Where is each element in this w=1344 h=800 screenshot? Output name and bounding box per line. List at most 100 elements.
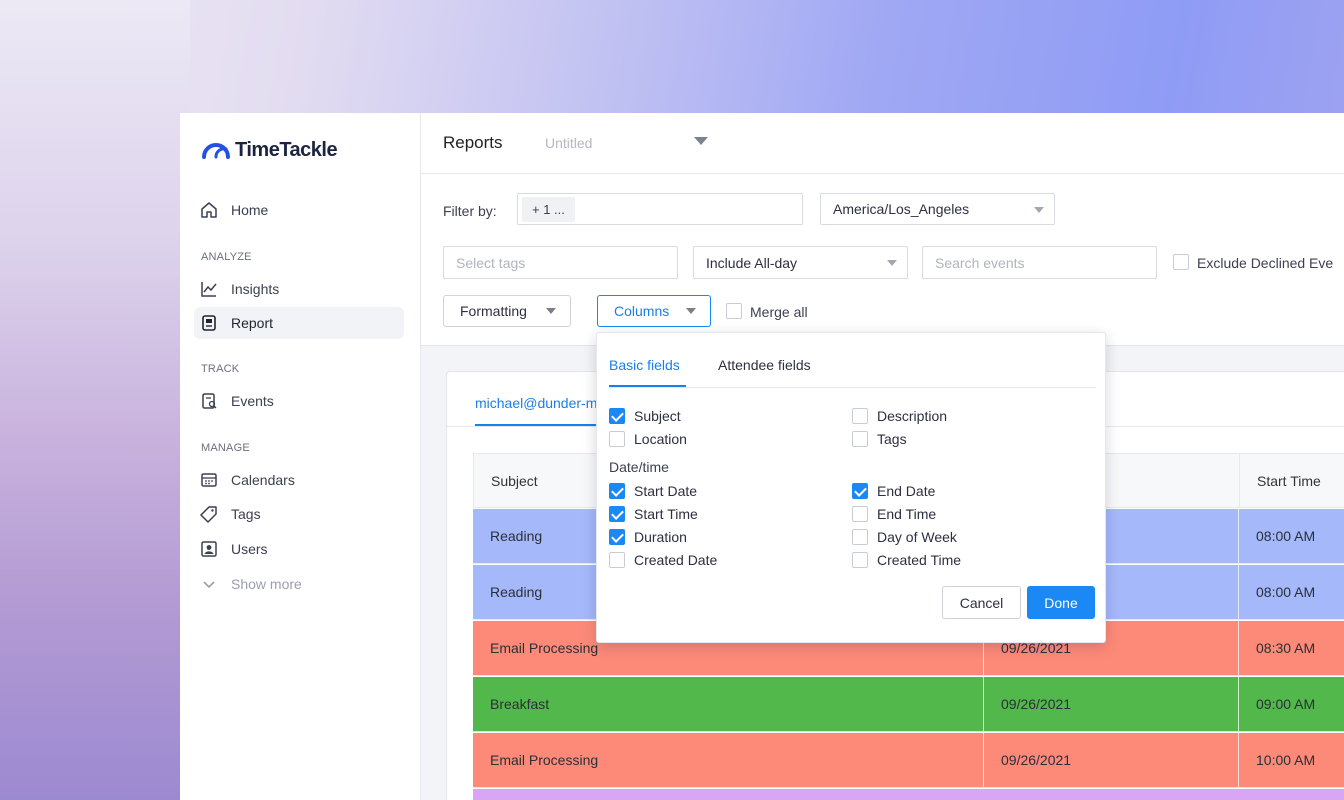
filter-by-field[interactable]: + 1 ... [517, 193, 803, 225]
option-label: Start Date [634, 483, 698, 499]
option-description[interactable]: Description [852, 407, 947, 425]
option-location[interactable]: Location [609, 430, 687, 448]
tab-basic-fields[interactable]: Basic fields [609, 357, 680, 373]
option-day-of-week[interactable]: Day of Week [852, 528, 957, 546]
allday-value: Include All-day [706, 254, 798, 271]
section-manage: MANAGE [201, 442, 250, 454]
option-created-time[interactable]: Created Time [852, 551, 961, 569]
option-subject[interactable]: Subject [609, 407, 681, 425]
done-button[interactable]: Done [1027, 586, 1095, 619]
show-more-button[interactable]: Show more [194, 568, 404, 600]
cell-time: 08:00 AM [1238, 565, 1344, 619]
events-icon [199, 391, 219, 411]
column-header-start-time[interactable]: Start Time [1239, 454, 1344, 507]
section-analyze: ANALYZE [201, 251, 252, 263]
option-label: Location [634, 431, 687, 447]
option-label: Subject [634, 408, 681, 424]
sidebar-item-label: Tags [231, 506, 261, 522]
sidebar-item-home[interactable]: Home [194, 194, 404, 226]
timezone-select[interactable]: America/Los_Angeles [820, 193, 1055, 225]
day-of-week-checkbox[interactable] [852, 529, 868, 545]
sidebar-item-label: Report [231, 315, 274, 331]
sidebar: TimeTackle Home ANALYZE Insights Report … [180, 113, 421, 800]
logo-mark-icon [202, 143, 230, 159]
option-label: Duration [634, 529, 687, 545]
option-label: Description [877, 408, 948, 424]
option-start-date[interactable]: Start Date [609, 482, 697, 500]
sidebar-item-calendars[interactable]: Calendars [194, 464, 404, 496]
sidebar-item-label: Home [231, 202, 269, 218]
created-date-checkbox[interactable] [609, 552, 625, 568]
cell-time: 09:00 AM [1238, 677, 1344, 731]
search-input[interactable]: Search events [922, 246, 1157, 279]
sidebar-item-report[interactable]: Report [194, 307, 404, 339]
sidebar-item-insights[interactable]: Insights [194, 273, 404, 305]
sidebar-item-label: Events [231, 393, 274, 409]
formatting-button[interactable]: Formatting [443, 295, 571, 327]
table-row[interactable]: Breakfast 09/26/2021 09:00 AM [473, 677, 1344, 732]
formatting-label: Formatting [460, 303, 527, 319]
logo-text: TimeTackle [235, 138, 338, 161]
description-checkbox[interactable] [852, 408, 868, 424]
created-time-checkbox[interactable] [852, 552, 868, 568]
option-end-date[interactable]: End Date [852, 482, 935, 500]
tab-divider [609, 387, 1096, 388]
report-icon [199, 313, 219, 333]
tag-icon [199, 504, 219, 524]
option-created-date[interactable]: Created Date [609, 551, 717, 569]
logo: TimeTackle [202, 138, 338, 161]
location-checkbox[interactable] [609, 431, 625, 447]
line-chart-icon [199, 279, 219, 299]
option-duration[interactable]: Duration [609, 528, 687, 546]
tags-select[interactable]: Select tags [443, 246, 678, 279]
caret-down-icon [887, 260, 897, 266]
sidebar-item-label: Insights [231, 281, 280, 297]
option-label: Day of Week [877, 529, 957, 545]
end-time-checkbox[interactable] [852, 506, 868, 522]
filter-panel: Filter by: + 1 ... America/Los_Angeles S… [421, 174, 1344, 346]
home-icon [199, 200, 219, 220]
tags-placeholder: Select tags [456, 254, 526, 271]
sidebar-item-label: Users [231, 541, 268, 557]
end-date-checkbox[interactable] [852, 483, 868, 499]
caret-down-icon [1034, 207, 1044, 213]
start-time-checkbox[interactable] [609, 506, 625, 522]
page-header: Reports Untitled [421, 113, 1344, 174]
duration-checkbox[interactable] [609, 529, 625, 545]
subject-checkbox[interactable] [609, 408, 625, 424]
option-label: Created Date [634, 552, 718, 568]
calendar-icon [199, 470, 219, 490]
tags-checkbox[interactable] [852, 431, 868, 447]
merge-all-checkbox[interactable] [726, 303, 742, 319]
background-gradient [0, 0, 190, 800]
sidebar-item-events[interactable]: Events [194, 385, 404, 417]
timezone-value: America/Los_Angeles [833, 201, 970, 217]
cell-subject: Email Processing [490, 752, 599, 768]
account-tab[interactable]: michael@dunder-m [475, 395, 597, 411]
search-placeholder: Search events [935, 254, 1025, 271]
cell-date: 09/26/2021 [983, 677, 1238, 731]
filter-by-label: Filter by: [443, 203, 497, 219]
cancel-button[interactable]: Cancel [942, 586, 1021, 619]
cell-time: 08:30 AM [1238, 621, 1344, 675]
start-date-checkbox[interactable] [609, 483, 625, 499]
option-label: End Date [877, 483, 936, 499]
tab-attendee-fields[interactable]: Attendee fields [718, 357, 811, 373]
exclude-declined-label: Exclude Declined Eve [1197, 255, 1334, 271]
option-end-time[interactable]: End Time [852, 505, 936, 523]
table-row[interactable]: Email Processing 09/26/2021 10:00 AM [473, 733, 1344, 788]
report-name-input[interactable]: Untitled [545, 135, 592, 151]
table-row-partial[interactable] [473, 789, 1344, 800]
columns-popover: Basic fields Attendee fields Subject Des… [596, 332, 1106, 643]
allday-select[interactable]: Include All-day [693, 246, 908, 279]
sidebar-item-users[interactable]: Users [194, 533, 404, 565]
sidebar-item-tags[interactable]: Tags [194, 498, 404, 530]
report-select-caret-icon[interactable] [694, 137, 708, 145]
option-tags[interactable]: Tags [852, 430, 907, 448]
cell-subject: Breakfast [490, 696, 550, 712]
exclude-declined-checkbox[interactable] [1173, 254, 1189, 270]
filter-chip[interactable]: + 1 ... [522, 197, 575, 222]
option-start-time[interactable]: Start Time [609, 505, 698, 523]
columns-button[interactable]: Columns [597, 295, 711, 327]
option-label: Start Time [634, 506, 698, 522]
